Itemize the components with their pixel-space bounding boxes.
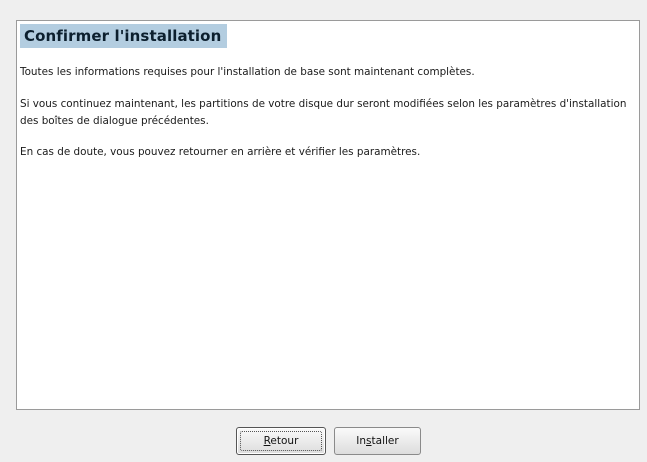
install-button-label-rest: taller: [371, 435, 399, 447]
install-button-label-pre: In: [356, 435, 367, 447]
page-title: Confirmer l'installation: [20, 24, 228, 48]
partition-warning-text: Si vous continuez maintenant, les partit…: [20, 98, 627, 127]
install-button[interactable]: Installer: [334, 427, 421, 455]
confirmation-panel: Confirmer l'installation Toutes les info…: [16, 20, 640, 410]
info-complete-text: Toutes les informations requises pour l'…: [20, 66, 475, 78]
back-button[interactable]: Retour: [236, 427, 326, 455]
review-hint-text: En cas de doute, vous pouvez retourner e…: [20, 146, 421, 158]
back-button-label-rest: etour: [270, 435, 299, 447]
